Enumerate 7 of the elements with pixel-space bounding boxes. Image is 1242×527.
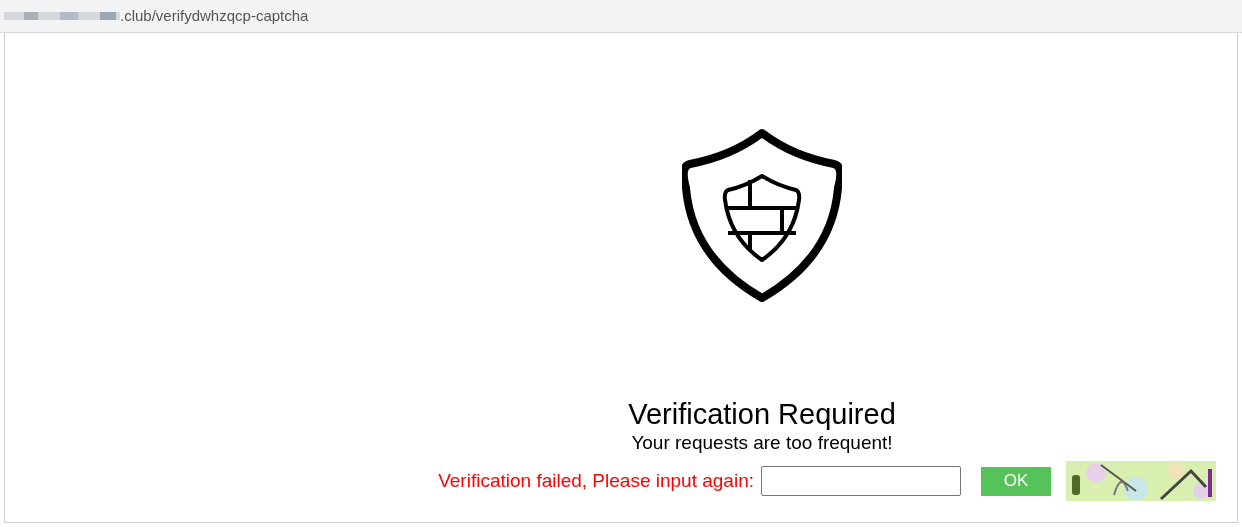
url-text: .club/verifydwhzqcp-captcha <box>120 5 309 26</box>
shield-icon <box>682 128 842 304</box>
heading: Verification Required <box>628 397 896 432</box>
subheading: Your requests are too frequent! <box>631 432 893 454</box>
address-bar[interactable]: .club/verifydwhzqcp-captcha <box>0 0 1242 33</box>
captcha-input[interactable] <box>761 466 961 496</box>
error-message: Verification failed, Please input again: <box>438 468 754 493</box>
